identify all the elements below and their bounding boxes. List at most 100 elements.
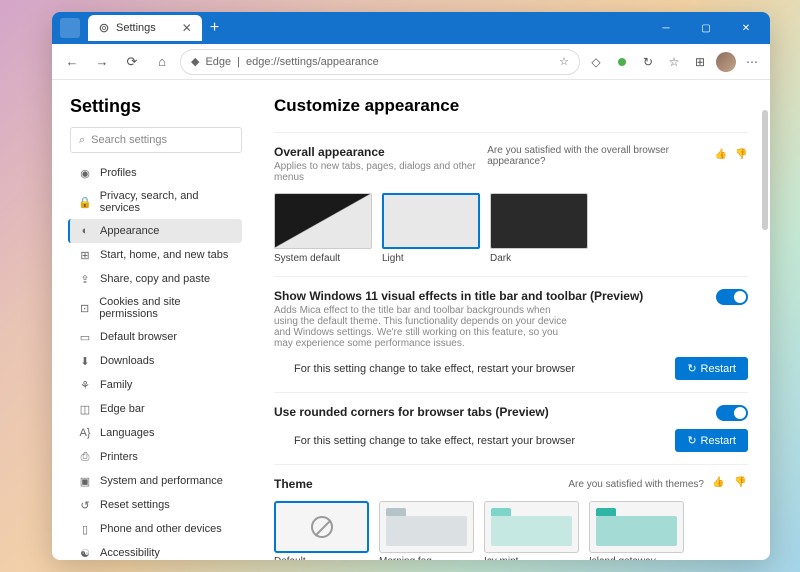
sidebar-item-label: Share, copy and paste bbox=[100, 273, 210, 285]
favorite-icon[interactable]: ☆ bbox=[559, 55, 569, 68]
sidebar-item-label: Reset settings bbox=[100, 499, 170, 511]
theme-option-icy-mint[interactable]: Icy mint bbox=[484, 501, 579, 560]
theme-option-morning-fog[interactable]: Morning fog bbox=[379, 501, 474, 560]
appearance-option-light[interactable]: Light bbox=[382, 193, 480, 264]
sidebar: Settings ⌕ Search settings ◉Profiles🔒Pri… bbox=[52, 80, 252, 560]
collections-icon[interactable]: ⊞ bbox=[690, 52, 710, 72]
profile-avatar[interactable] bbox=[716, 52, 736, 72]
thumbs-up-icon[interactable]: 👍 bbox=[712, 477, 726, 491]
menu-icon[interactable]: ⋯ bbox=[742, 52, 762, 72]
maximize-button[interactable]: ▢ bbox=[686, 12, 726, 44]
tab-title: Settings bbox=[116, 22, 156, 34]
none-icon bbox=[311, 516, 333, 538]
section-desc: Applies to new tabs, pages, dialogs and … bbox=[274, 161, 487, 183]
extension-icon[interactable]: ↻ bbox=[638, 52, 658, 72]
default-icon: ▭ bbox=[78, 330, 92, 344]
tab-settings[interactable]: Settings ✕ bbox=[88, 15, 202, 41]
sidebar-item-profiles[interactable]: ◉ Profiles bbox=[70, 161, 242, 185]
sidebar-item-phone-and-other-devices[interactable]: ▯Phone and other devices bbox=[70, 517, 242, 541]
appearance-option-dark[interactable]: Dark bbox=[490, 193, 588, 264]
theme-label: System default bbox=[274, 253, 372, 264]
favorites-icon[interactable]: ☆ bbox=[664, 52, 684, 72]
sidebar-item-system-and-performance[interactable]: ▣System and performance bbox=[70, 469, 242, 493]
theme-preview bbox=[274, 193, 372, 249]
sidebar-item-family[interactable]: ⚘ Family bbox=[70, 373, 242, 397]
sidebar-item-label: Languages bbox=[100, 427, 154, 439]
close-tab-icon[interactable]: ✕ bbox=[182, 21, 192, 35]
sidebar-item-label: Printers bbox=[100, 451, 138, 463]
window-controls: ─ ▢ ✕ bbox=[646, 12, 766, 44]
sidebar-item-label: Start, home, and new tabs bbox=[100, 249, 228, 261]
shield-icon[interactable]: ◇ bbox=[586, 52, 606, 72]
theme-preview bbox=[484, 501, 579, 553]
edgebar-icon: ◫ bbox=[78, 402, 92, 416]
theme-option-island-getaway[interactable]: Island getaway bbox=[589, 501, 684, 560]
tab-actions-icon[interactable] bbox=[60, 18, 80, 38]
sidebar-item-label: Family bbox=[100, 379, 132, 391]
site-identity-icon: ◆ bbox=[191, 55, 199, 68]
gear-icon bbox=[98, 22, 110, 34]
restart-button[interactable]: ↻Restart bbox=[675, 357, 748, 380]
search-placeholder: Search settings bbox=[91, 134, 167, 146]
new-tab-button[interactable]: + bbox=[210, 19, 219, 37]
restart-button[interactable]: ↻Restart bbox=[675, 429, 748, 452]
download-icon: ⬇ bbox=[78, 354, 92, 368]
sidebar-item-printers[interactable]: ⎙Printers bbox=[70, 445, 242, 469]
lock-icon: 🔒 bbox=[78, 195, 92, 209]
back-button[interactable]: ← bbox=[60, 50, 84, 74]
sidebar-item-label: Downloads bbox=[100, 355, 154, 367]
refresh-button[interactable]: ⟳ bbox=[120, 50, 144, 74]
status-green-icon[interactable] bbox=[612, 52, 632, 72]
content-area: Settings ⌕ Search settings ◉Profiles🔒Pri… bbox=[52, 80, 770, 560]
sidebar-item-privacy-search-and-services[interactable]: 🔒Privacy, search, and services bbox=[70, 185, 242, 219]
sidebar-item-share-copy-and-paste[interactable]: ⇪ Share, copy and paste bbox=[70, 267, 242, 291]
sidebar-item-label: Edge bar bbox=[100, 403, 145, 415]
mica-toggle[interactable] bbox=[716, 289, 748, 305]
url-text: edge://settings/appearance bbox=[246, 56, 379, 68]
sidebar-item-edge-bar[interactable]: ◫ Edge bar bbox=[70, 397, 242, 421]
thumbs-down-icon[interactable]: 👎 bbox=[734, 477, 748, 491]
address-bar[interactable]: ◆ Edge | edge://settings/appearance ☆ bbox=[180, 49, 580, 75]
section-overall-appearance: Overall appearance Applies to new tabs, … bbox=[274, 132, 748, 276]
sidebar-item-label: Profiles bbox=[100, 167, 137, 179]
feedback-prompt: Are you satisfied with the overall brows… bbox=[487, 145, 748, 167]
search-input[interactable]: ⌕ Search settings bbox=[70, 127, 242, 153]
sidebar-item-start-home-and-new-tabs[interactable]: ⊞Start, home, and new tabs bbox=[70, 243, 242, 267]
restart-message: For this setting change to take effect, … bbox=[294, 435, 575, 447]
section-theme: Theme Are you satisfied with themes? 👍 👎… bbox=[274, 464, 748, 560]
sidebar-title: Settings bbox=[70, 96, 242, 117]
share-icon: ⇪ bbox=[78, 272, 92, 286]
site-label: Edge bbox=[205, 56, 231, 68]
sidebar-item-downloads[interactable]: ⬇ Downloads bbox=[70, 349, 242, 373]
sidebar-item-appearance[interactable]: ◐Appearance bbox=[68, 219, 242, 243]
sidebar-item-reset-settings[interactable]: ↺Reset settings bbox=[70, 493, 242, 517]
sidebar-item-languages[interactable]: A}Languages bbox=[70, 421, 242, 445]
theme-label: Dark bbox=[490, 253, 588, 264]
sidebar-item-cookies-and-site-permissions[interactable]: ⊡Cookies and site permissions bbox=[70, 291, 242, 325]
close-button[interactable]: ✕ bbox=[726, 12, 766, 44]
scrollbar[interactable] bbox=[762, 110, 768, 230]
thumbs-down-icon[interactable]: 👎 bbox=[735, 149, 748, 163]
theme-label: Light bbox=[382, 253, 480, 264]
theme-preview bbox=[274, 501, 369, 553]
sidebar-item-label: Cookies and site permissions bbox=[99, 296, 234, 320]
minimize-button[interactable]: ─ bbox=[646, 12, 686, 44]
sidebar-item-accessibility[interactable]: ☯Accessibility bbox=[70, 541, 242, 560]
thumbs-up-icon[interactable]: 👍 bbox=[715, 149, 728, 163]
rounded-toggle[interactable] bbox=[716, 405, 748, 421]
theme-label: Morning fog bbox=[379, 556, 474, 560]
profile-icon: ◉ bbox=[78, 166, 92, 180]
theme-label: Island getaway bbox=[589, 556, 684, 560]
sidebar-item-label: Phone and other devices bbox=[100, 523, 222, 535]
family-icon: ⚘ bbox=[78, 378, 92, 392]
sidebar-item-default-browser[interactable]: ▭Default browser bbox=[70, 325, 242, 349]
theme-preview bbox=[379, 501, 474, 553]
forward-button[interactable]: → bbox=[90, 50, 114, 74]
sidebar-item-label: Appearance bbox=[100, 225, 159, 237]
theme-option-default[interactable]: Default bbox=[274, 501, 369, 560]
section-title: Theme bbox=[274, 477, 313, 491]
sidebar-item-label: System and performance bbox=[100, 475, 223, 487]
theme-label: Icy mint bbox=[484, 556, 579, 560]
appearance-option-system-default[interactable]: System default bbox=[274, 193, 372, 264]
home-button[interactable]: ⌂ bbox=[150, 50, 174, 74]
